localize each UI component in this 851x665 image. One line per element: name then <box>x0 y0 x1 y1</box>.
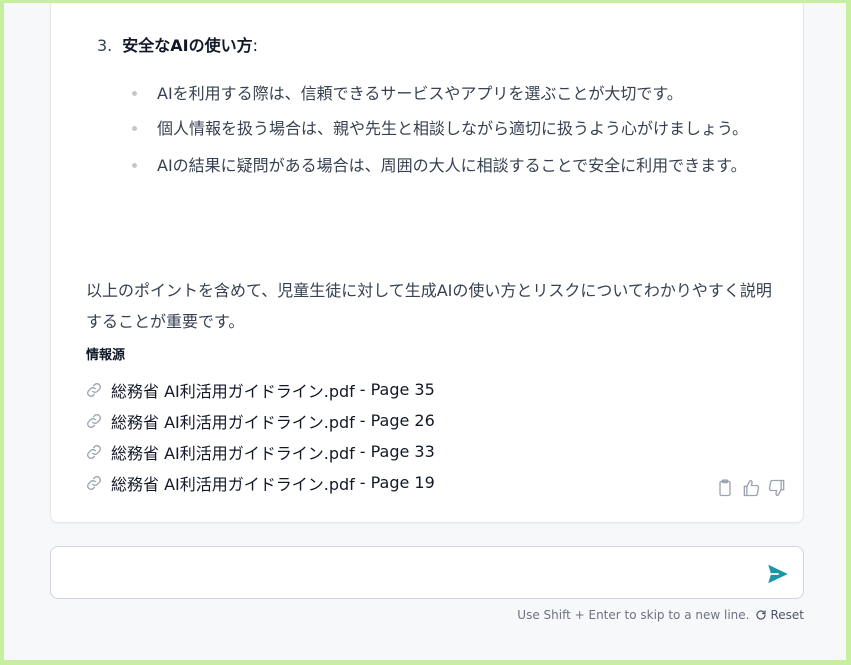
item-number: 3. <box>97 36 113 55</box>
source-name: 総務省 AI利活用ガイドライン.pdf <box>111 474 355 494</box>
list-item: 個人情報を扱う場合は、親や先生と相談しながら適切に扱うよう心がけましょう。 <box>131 111 771 146</box>
thumbs-up-icon[interactable] <box>741 478 761 498</box>
source-separator: - <box>359 411 366 430</box>
sources-list: 総務省 AI利活用ガイドライン.pdf - Page 35 総務省 AI利活用ガイド… <box>86 374 435 498</box>
item-title: 安全なAIの使い方 <box>122 36 253 55</box>
message-input[interactable] <box>65 561 755 587</box>
list-item: AIの結果に疑問がある場合は、周囲の大人に相談することで安全に利用できます。 <box>131 148 771 183</box>
bullet-text: 個人情報を扱う場合は、親や先生と相談しながら適切に扱うよう心がけましょう。 <box>157 119 749 138</box>
send-icon <box>768 564 788 584</box>
source-link[interactable]: 総務省 AI利活用ガイドライン.pdf - Page 35 <box>86 374 435 405</box>
bullet-text: AIを利用する際は、信頼できるサービスやアプリを選ぶことが大切です。 <box>157 84 683 103</box>
item-title-suffix: : <box>252 36 258 55</box>
sources-title: 情報源 <box>86 348 126 363</box>
hint-text: Use Shift + Enter to skip to a new line. <box>517 608 750 622</box>
message-actions <box>715 478 787 498</box>
assistant-message-card: 3. 安全なAIの使い方: AIを利用する際は、信頼できるサービスやアプリを選ぶこ… <box>50 3 804 523</box>
bullet-dot <box>132 126 137 131</box>
clipboard-icon[interactable] <box>715 478 735 498</box>
source-link[interactable]: 総務省 AI利活用ガイドライン.pdf - Page 33 <box>86 436 435 467</box>
bullet-list: AIを利用する際は、信頼できるサービスやアプリを選ぶことが大切です。 個人情報を… <box>131 76 771 183</box>
send-button[interactable] <box>765 561 791 587</box>
source-separator: - <box>359 380 366 399</box>
numbered-item-heading: 3. 安全なAIの使い方: <box>97 32 258 56</box>
source-link[interactable]: 総務省 AI利活用ガイドライン.pdf - Page 26 <box>86 405 435 436</box>
source-page: Page 35 <box>370 380 435 399</box>
source-name: 総務省 AI利活用ガイドライン.pdf <box>111 412 355 432</box>
summary-paragraph: 以上のポイントを含めて、児童生徒に対して生成AIの使い方とリスクについてわかりや… <box>86 281 772 331</box>
source-separator: - <box>359 473 366 492</box>
composer-hint: Use Shift + Enter to skip to a new line.… <box>517 608 804 622</box>
link-icon <box>86 444 102 460</box>
bullet-dot <box>132 163 137 168</box>
source-separator: - <box>359 442 366 461</box>
link-icon <box>86 413 102 429</box>
reset-label: Reset <box>770 608 804 622</box>
link-icon <box>86 382 102 398</box>
reset-button[interactable]: Reset <box>755 608 804 622</box>
bullet-dot <box>132 91 137 96</box>
source-link[interactable]: 総務省 AI利活用ガイドライン.pdf - Page 19 <box>86 467 435 498</box>
source-page: Page 19 <box>370 473 435 492</box>
link-icon <box>86 475 102 491</box>
bullet-text: AIの結果に疑問がある場合は、周囲の大人に相談することで安全に利用できます。 <box>157 156 747 175</box>
source-page: Page 33 <box>370 442 435 461</box>
message-composer <box>50 546 804 599</box>
list-item: AIを利用する際は、信頼できるサービスやアプリを選ぶことが大切です。 <box>131 76 771 111</box>
thumbs-down-icon[interactable] <box>767 478 787 498</box>
chat-window: 3. 安全なAIの使い方: AIを利用する際は、信頼できるサービスやアプリを選ぶこ… <box>4 3 846 660</box>
source-name: 総務省 AI利活用ガイドライン.pdf <box>111 381 355 401</box>
refresh-icon <box>755 609 767 621</box>
source-name: 総務省 AI利活用ガイドライン.pdf <box>111 443 355 463</box>
source-page: Page 26 <box>370 411 435 430</box>
